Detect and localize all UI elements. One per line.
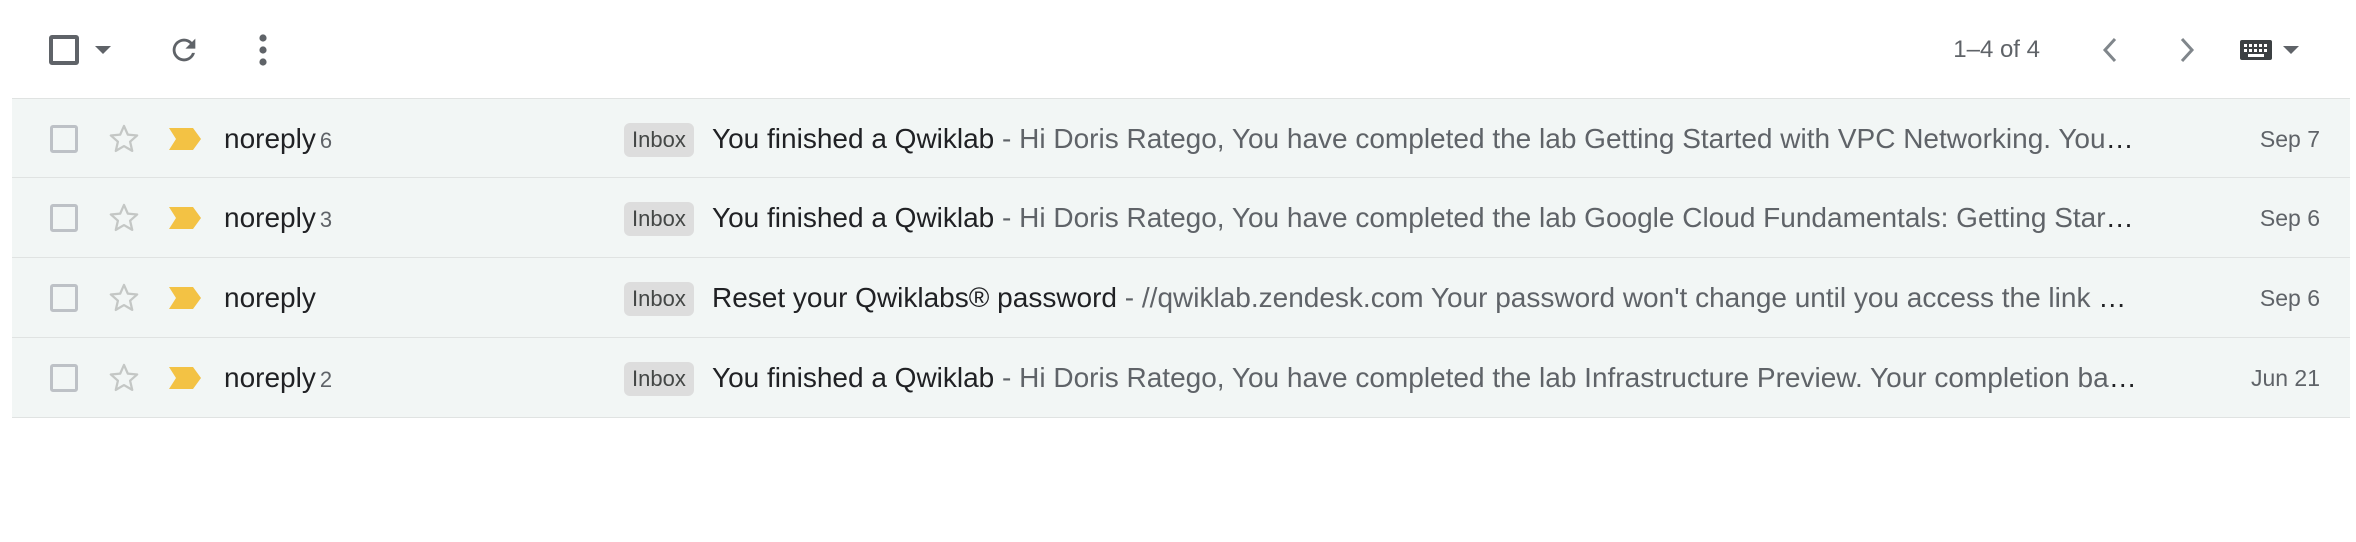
message-date: Sep 6 — [2259, 285, 2320, 311]
importance-marker-button[interactable] — [166, 364, 204, 392]
message-row[interactable]: noreply 6 Inbox You finished a Qwiklab - … — [12, 98, 2350, 178]
importance-marker-button[interactable] — [166, 125, 204, 153]
chevron-right-icon — [2180, 37, 2195, 63]
newer-page-button[interactable] — [2163, 26, 2211, 74]
checkbox-icon — [50, 204, 78, 232]
message-row[interactable]: noreply 3 Inbox You finished a Qwiklab - … — [12, 178, 2350, 258]
message-row[interactable]: noreply Inbox Reset your Qwiklabs® passw… — [12, 258, 2350, 338]
subject-separator: - — [1117, 282, 1142, 313]
message-date: Sep 7 — [2259, 126, 2320, 152]
message-content[interactable]: You finished a Qwiklab - Hi Doris Ratego… — [712, 200, 2140, 236]
sender-name: noreply 2 — [224, 360, 332, 396]
caret-down-icon — [95, 46, 111, 54]
importance-marker-button[interactable] — [166, 204, 204, 232]
message-subject: Reset your Qwiklabs® password — [712, 282, 1118, 313]
sender-name: noreply 6 — [224, 121, 332, 157]
row-checkbox[interactable] — [48, 123, 80, 155]
message-content[interactable]: You finished a Qwiklab - Hi Doris Ratego… — [712, 360, 2140, 396]
message-subject: You finished a Qwiklab — [712, 202, 995, 233]
message-subject: You finished a Qwiklab — [712, 362, 995, 393]
chevron-left-icon — [2102, 37, 2117, 63]
star-button[interactable] — [104, 198, 144, 238]
star-button[interactable] — [104, 119, 144, 159]
star-outline-icon — [109, 124, 139, 153]
more-vert-icon — [259, 34, 267, 66]
inbox-label[interactable]: Inbox — [624, 282, 694, 316]
importance-marker-icon — [169, 367, 201, 389]
importance-marker-icon — [169, 207, 201, 229]
subject-separator: - — [994, 362, 1020, 393]
message-list: noreply 6 Inbox You finished a Qwiklab - … — [12, 98, 2350, 418]
importance-marker-icon — [169, 128, 201, 150]
message-row[interactable]: noreply 2 Inbox You finished a Qwiklab - … — [12, 338, 2350, 418]
refresh-button[interactable] — [160, 26, 208, 74]
sender-label: noreply — [224, 282, 316, 313]
thread-count: 6 — [319, 128, 333, 153]
checkbox-icon — [50, 364, 78, 392]
importance-marker-button[interactable] — [166, 284, 204, 312]
inbox-label[interactable]: Inbox — [624, 202, 694, 236]
row-checkbox[interactable] — [48, 282, 80, 314]
input-tools-menu-button[interactable] — [2278, 38, 2304, 62]
refresh-icon — [172, 38, 196, 62]
older-page-button[interactable] — [2086, 26, 2134, 74]
sender-name: noreply — [224, 280, 320, 316]
pagination-range: 1–4 of 4 — [1953, 36, 2040, 63]
sender-label: noreply — [224, 202, 316, 233]
more-options-button[interactable] — [243, 26, 283, 74]
thread-count: 3 — [319, 207, 333, 232]
message-date: Sep 6 — [2259, 205, 2320, 231]
toolbar: 1–4 of 4 — [0, 0, 2356, 98]
star-outline-icon — [109, 203, 139, 232]
sender-label: noreply — [224, 123, 316, 154]
message-date: Jun 21 — [2250, 365, 2320, 391]
message-snippet: //qwiklab.zendesk.com Your password won'… — [1141, 282, 2140, 313]
row-checkbox[interactable] — [48, 202, 80, 234]
message-content[interactable]: Reset your Qwiklabs® password - //qwikla… — [712, 280, 2140, 316]
star-button[interactable] — [104, 358, 144, 398]
sender-label: noreply — [224, 362, 316, 393]
message-content[interactable]: You finished a Qwiklab - Hi Doris Ratego… — [712, 121, 2140, 157]
message-snippet: Hi Doris Ratego, You have completed the … — [1019, 362, 2140, 393]
thread-count: 2 — [319, 367, 333, 392]
caret-down-icon — [2283, 46, 2299, 54]
select-all-checkbox[interactable] — [44, 30, 84, 70]
star-button[interactable] — [104, 278, 144, 318]
inbox-label[interactable]: Inbox — [624, 123, 694, 157]
star-outline-icon — [109, 283, 139, 312]
message-snippet: Hi Doris Ratego, You have completed the … — [1019, 123, 2140, 154]
inbox-label[interactable]: Inbox — [624, 362, 694, 396]
message-snippet: Hi Doris Ratego, You have completed the … — [1019, 202, 2140, 233]
message-subject: You finished a Qwiklab — [712, 123, 995, 154]
select-menu-button[interactable] — [88, 34, 118, 66]
checkbox-icon — [50, 125, 78, 153]
checkbox-icon — [50, 284, 78, 312]
keyboard-icon — [2240, 40, 2272, 60]
star-outline-icon — [109, 363, 139, 392]
input-tools-button[interactable] — [2238, 34, 2274, 66]
importance-marker-icon — [169, 287, 201, 309]
row-checkbox[interactable] — [48, 362, 80, 394]
checkbox-icon — [49, 35, 79, 65]
sender-name: noreply 3 — [224, 200, 332, 236]
subject-separator: - — [994, 123, 1020, 154]
subject-separator: - — [994, 202, 1020, 233]
